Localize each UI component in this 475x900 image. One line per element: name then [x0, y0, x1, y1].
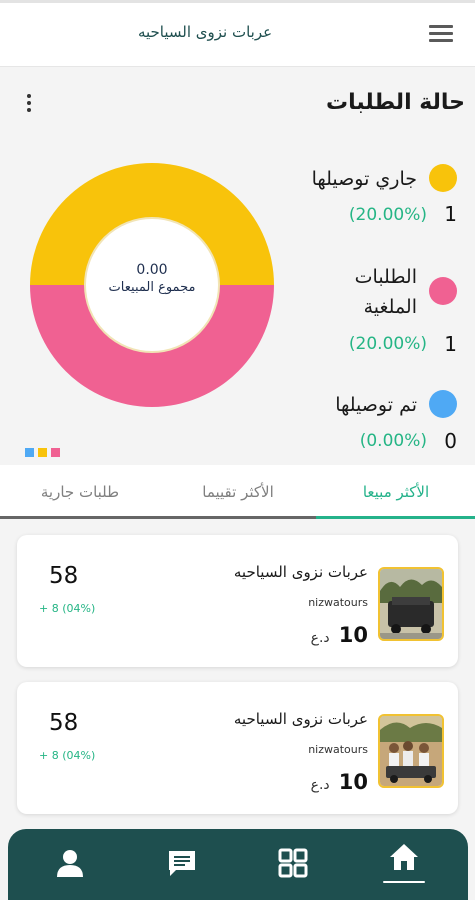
legend-item-cancelled: الطلبات الملغية [355, 262, 457, 322]
legend-percent: (20.00%) [348, 334, 427, 354]
legend-percent: (20.00%) [348, 205, 427, 225]
more-vertical-icon[interactable] [22, 94, 36, 116]
legend-item-delivered: تم توصيلها [335, 390, 457, 420]
profile-icon[interactable] [52, 845, 88, 881]
legend-swatch [429, 164, 457, 192]
legend-item-in-delivery: جاري توصيلها [312, 164, 457, 194]
active-tab-indicator [316, 516, 475, 519]
product-price: 10 د.ع [311, 770, 368, 794]
legend-swatch [429, 390, 457, 418]
tab-top-rated[interactable]: الأكثر تقييما [159, 465, 317, 519]
hamburger-menu-icon[interactable] [429, 25, 453, 45]
chart-page-indicator [25, 448, 60, 457]
active-nav-indicator [383, 881, 425, 883]
grid-icon[interactable] [275, 845, 311, 881]
total-sales-label: مجموع المبيعات [108, 280, 196, 295]
product-stat: 58 [49, 563, 79, 589]
legend-count: 1 [444, 332, 457, 356]
product-change: + 8 (04%) [39, 602, 96, 615]
product-username: nizwatours [308, 743, 368, 756]
product-card[interactable]: عربات نزوى السياحيه nizwatours 10 د.ع 58… [17, 535, 458, 667]
bottom-navigation [8, 829, 468, 900]
product-thumbnail [378, 567, 444, 641]
price-value: 10 [338, 770, 368, 794]
legend-label: الطلبات الملغية [355, 262, 417, 322]
donut-center: 0.00 مجموع المبيعات [30, 262, 274, 295]
orders-status-title: حالة الطلبات [326, 90, 465, 115]
legend-count: 0 [444, 429, 457, 453]
product-stat: 58 [49, 710, 79, 736]
app-bar: عربات نزوى السياحيه [0, 3, 475, 67]
price-value: 10 [338, 623, 368, 647]
product-username: nizwatours [308, 596, 368, 609]
indicator-dot-pink [51, 448, 60, 457]
total-sales-value: 0.00 [136, 262, 168, 278]
home-icon[interactable] [386, 839, 422, 875]
legend-swatch [429, 277, 457, 305]
product-thumbnail [378, 714, 444, 788]
product-name: عربات نزوى السياحيه [233, 710, 368, 728]
price-currency: د.ع [310, 630, 330, 646]
legend-count: 1 [444, 202, 457, 226]
legend-percent: (0.00%) [359, 431, 427, 451]
tab-best-selling[interactable]: الأكثر مبيعا [317, 465, 475, 519]
product-card[interactable]: عربات نزوى السياحيه nizwatours 10 د.ع 58… [17, 682, 458, 814]
legend-label: جاري توصيلها [311, 168, 417, 190]
product-price: 10 د.ع [311, 623, 368, 647]
product-name: عربات نزوى السياحيه [233, 563, 368, 581]
chat-icon[interactable] [164, 845, 200, 881]
legend-label-line1: الطلبات [354, 266, 417, 288]
price-currency: د.ع [310, 777, 330, 793]
legend-label: تم توصيلها [335, 394, 417, 416]
products-tabs: الأكثر مبيعا الأكثر تقييما طلبات جارية [0, 465, 475, 519]
indicator-dot-blue [25, 448, 34, 457]
indicator-dot-yellow [38, 448, 47, 457]
app-title: عربات نزوى السياحيه [137, 23, 273, 41]
tab-ongoing-orders[interactable]: طلبات جارية [1, 465, 159, 519]
product-change: + 8 (04%) [39, 749, 96, 762]
legend-label-line2: الملغية [363, 296, 417, 318]
